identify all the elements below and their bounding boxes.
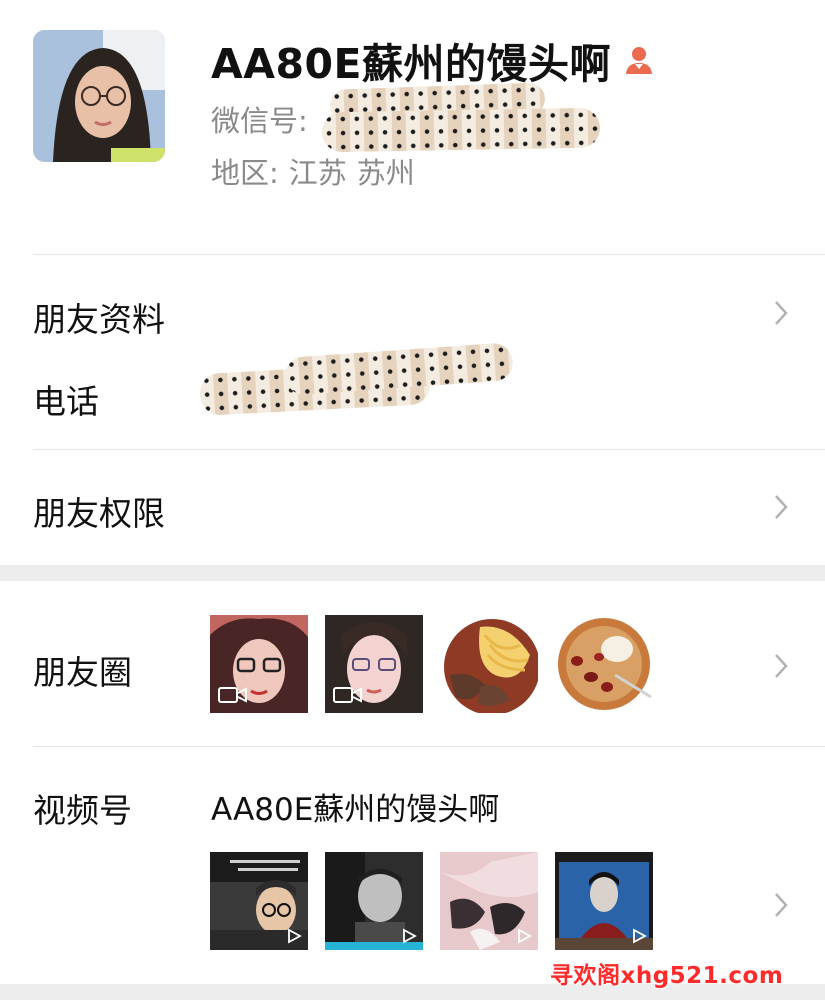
phone-label: 电话 bbox=[33, 382, 99, 421]
region-province: 江苏 bbox=[288, 156, 347, 190]
section-gap bbox=[0, 565, 825, 581]
separator bbox=[33, 449, 825, 450]
moments-thumb[interactable] bbox=[325, 615, 423, 713]
play-icon bbox=[288, 928, 302, 944]
channels-label: 视频号 bbox=[33, 791, 132, 830]
profile-header: AA80E蘇州的馒头啊 微信号: 地区: 江苏 苏州 bbox=[0, 0, 825, 254]
moments-thumb[interactable] bbox=[555, 615, 653, 713]
display-name: AA80E蘇州的馒头啊 bbox=[211, 40, 612, 88]
moments-thumb[interactable] bbox=[210, 615, 308, 713]
moments-thumbnails bbox=[210, 615, 653, 713]
chevron-right-icon bbox=[775, 495, 788, 519]
channel-name: AA80E蘇州的馒头啊 bbox=[211, 792, 500, 828]
friend-info-label: 朋友资料 bbox=[33, 300, 165, 339]
chevron-right-icon bbox=[775, 893, 788, 917]
chevron-right-icon bbox=[775, 654, 788, 678]
wechat-id-row: 微信号: bbox=[211, 98, 308, 140]
wechat-id-label: 微信号: bbox=[211, 104, 308, 138]
channel-thumbnails bbox=[210, 852, 653, 950]
video-camera-icon bbox=[218, 687, 247, 703]
region-row: 地区: 江苏 苏州 bbox=[211, 150, 425, 192]
name-row: AA80E蘇州的馒头啊 bbox=[211, 32, 655, 88]
contact-profile-page: AA80E蘇州的馒头啊 微信号: 地区: 江苏 苏州 朋友资料 电话 朋友权限 … bbox=[0, 0, 825, 1000]
region-label: 地区: bbox=[211, 156, 279, 190]
video-camera-icon bbox=[333, 687, 362, 703]
channel-thumb[interactable] bbox=[325, 852, 423, 950]
redaction-mark bbox=[283, 342, 515, 396]
separator bbox=[33, 746, 825, 747]
play-icon bbox=[403, 928, 417, 944]
chevron-right-icon bbox=[775, 301, 788, 325]
friend-permissions-label: 朋友权限 bbox=[33, 494, 165, 533]
redaction-mark bbox=[321, 107, 601, 153]
watermark: 寻欢阁xhg521.com bbox=[550, 963, 784, 989]
female-user-icon bbox=[623, 44, 655, 76]
moments-thumb[interactable] bbox=[440, 615, 538, 713]
channel-thumb[interactable] bbox=[440, 852, 538, 950]
play-icon bbox=[633, 928, 647, 944]
moments-label: 朋友圈 bbox=[33, 653, 132, 692]
channel-thumb[interactable] bbox=[210, 852, 308, 950]
channel-thumb[interactable] bbox=[555, 852, 653, 950]
region-city: 苏州 bbox=[356, 156, 415, 190]
avatar[interactable] bbox=[33, 30, 165, 162]
separator bbox=[33, 254, 825, 255]
play-icon bbox=[518, 928, 532, 944]
